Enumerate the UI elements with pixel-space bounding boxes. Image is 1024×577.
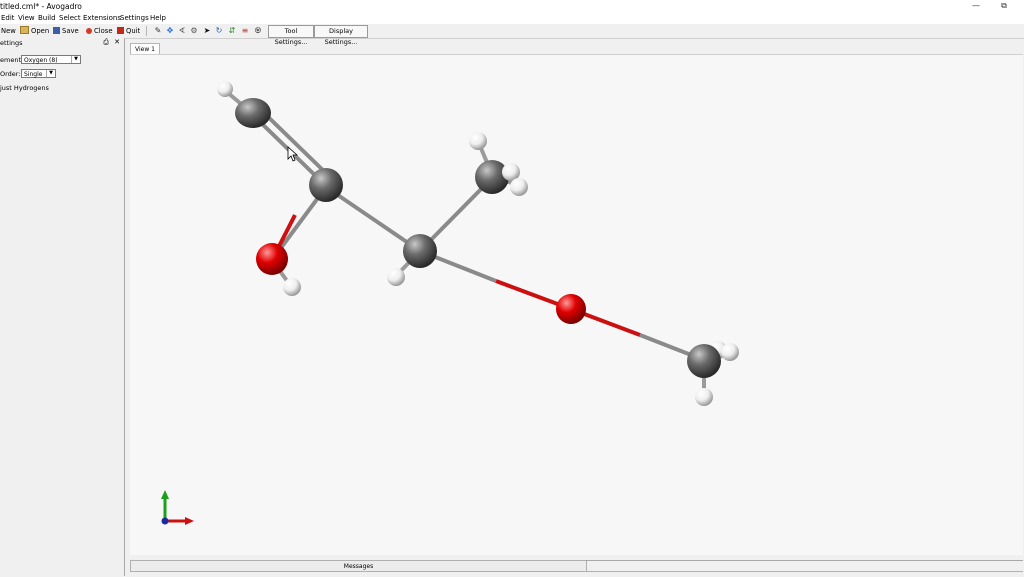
oxygen-atom[interactable] bbox=[556, 294, 586, 324]
chevron-down-icon: ▼ bbox=[71, 56, 80, 63]
display-settings-button[interactable]: Display Settings... bbox=[314, 25, 368, 46]
carbon-atom[interactable] bbox=[309, 168, 343, 202]
save-button[interactable]: Save bbox=[53, 26, 79, 36]
menu-extensions[interactable]: Extensions bbox=[83, 14, 121, 22]
rotate-tool-icon[interactable]: ↻ bbox=[214, 26, 224, 36]
minimize-icon[interactable]: — bbox=[964, 0, 988, 13]
bond bbox=[324, 185, 422, 253]
adjust-hydrogens-checkbox[interactable]: just Hydrogens bbox=[0, 84, 49, 92]
bond bbox=[260, 109, 332, 179]
carbon-atom[interactable] bbox=[403, 234, 437, 268]
quit-button[interactable]: Quit bbox=[117, 26, 140, 36]
tool-settings-dock: ettings ⎙ ✕ ement: Oxygen (8) ▼ Order: S… bbox=[0, 38, 125, 576]
close-label: Close bbox=[94, 27, 113, 35]
dock-buttons: ⎙ ✕ bbox=[103, 38, 120, 47]
folder-icon bbox=[20, 26, 29, 34]
align-tool-icon[interactable]: ≡ bbox=[240, 26, 250, 36]
main-toolbar: New Open Save Close Quit ✎ ✥ ∢ ⚙ ➤ ↻ ⇵ ≡… bbox=[0, 24, 1024, 46]
oxygen-atom[interactable] bbox=[256, 243, 288, 275]
title-bar: titled.cml* - Avogadro — ⧉ bbox=[0, 0, 1024, 13]
restore-icon[interactable]: ⧉ bbox=[992, 0, 1016, 13]
menu-edit[interactable]: Edit bbox=[1, 14, 15, 22]
molecule-viewport[interactable] bbox=[130, 54, 1023, 555]
hydrogen-atom[interactable] bbox=[387, 268, 405, 286]
quit-label: Quit bbox=[126, 27, 141, 35]
menu-view[interactable]: View bbox=[18, 14, 35, 22]
hydrogen-atom[interactable] bbox=[695, 388, 713, 406]
carbon-atom[interactable] bbox=[235, 98, 271, 128]
select-tool-icon[interactable]: ➤ bbox=[202, 26, 212, 36]
window-title: titled.cml* - Avogadro bbox=[0, 2, 82, 11]
bond-centric-tool-icon[interactable]: ∢ bbox=[177, 26, 187, 36]
hydrogen-atom[interactable] bbox=[510, 178, 528, 196]
menu-build[interactable]: Build bbox=[38, 14, 56, 22]
save-label: Save bbox=[62, 27, 79, 35]
y-axis-arrowhead bbox=[161, 490, 169, 499]
x-axis-arrowhead bbox=[185, 517, 194, 525]
quit-icon bbox=[117, 27, 124, 34]
close-icon[interactable]: ✕ bbox=[114, 38, 120, 46]
open-button[interactable]: Open bbox=[20, 26, 49, 36]
bond-order-select[interactable]: Single ▼ bbox=[21, 69, 56, 78]
z-axis-marker bbox=[161, 517, 169, 525]
messages-divider bbox=[585, 560, 1023, 561]
menu-select[interactable]: Select bbox=[59, 14, 81, 22]
carbon-atom[interactable] bbox=[687, 344, 721, 378]
element-label: ement: bbox=[0, 56, 24, 64]
close-doc-icon bbox=[86, 28, 92, 34]
toolbar-separator bbox=[146, 26, 147, 36]
navigate-tool-icon[interactable]: ✥ bbox=[165, 26, 175, 36]
draw-tool-icon[interactable]: ✎ bbox=[153, 26, 163, 36]
tool-settings-button[interactable]: Tool Settings... bbox=[268, 25, 314, 46]
new-label: New bbox=[1, 27, 16, 35]
order-label: Order: bbox=[0, 70, 21, 78]
atoms bbox=[217, 81, 739, 406]
floppy-icon bbox=[53, 27, 60, 34]
element-value: Oxygen (8) bbox=[24, 57, 58, 64]
hydrogen-atom[interactable] bbox=[217, 81, 233, 97]
menu-help[interactable]: Help bbox=[150, 14, 166, 22]
close-button[interactable]: Close bbox=[86, 26, 113, 36]
open-label: Open bbox=[31, 27, 50, 35]
measure-tool-icon[interactable]: ⚙ bbox=[189, 26, 199, 36]
new-button[interactable]: New bbox=[1, 26, 16, 36]
element-select[interactable]: Oxygen (8) ▼ bbox=[21, 55, 81, 64]
manipulate-tool-icon[interactable]: ♼ bbox=[253, 26, 263, 36]
order-value: Single bbox=[24, 71, 43, 78]
menu-settings[interactable]: Settings bbox=[120, 14, 149, 22]
auto-optimize-tool-icon[interactable]: ⇵ bbox=[227, 26, 237, 36]
float-icon[interactable]: ⎙ bbox=[103, 38, 109, 46]
chevron-down-icon: ▼ bbox=[46, 70, 55, 77]
axes-indicator bbox=[161, 490, 194, 525]
dock-title: ettings bbox=[0, 39, 23, 47]
molecule-svg[interactable] bbox=[130, 55, 1023, 555]
bottom-strip bbox=[130, 571, 1023, 577]
hydrogen-atom[interactable] bbox=[283, 278, 301, 296]
hydrogen-atom[interactable] bbox=[721, 343, 739, 361]
hydrogen-atom[interactable] bbox=[469, 132, 487, 150]
